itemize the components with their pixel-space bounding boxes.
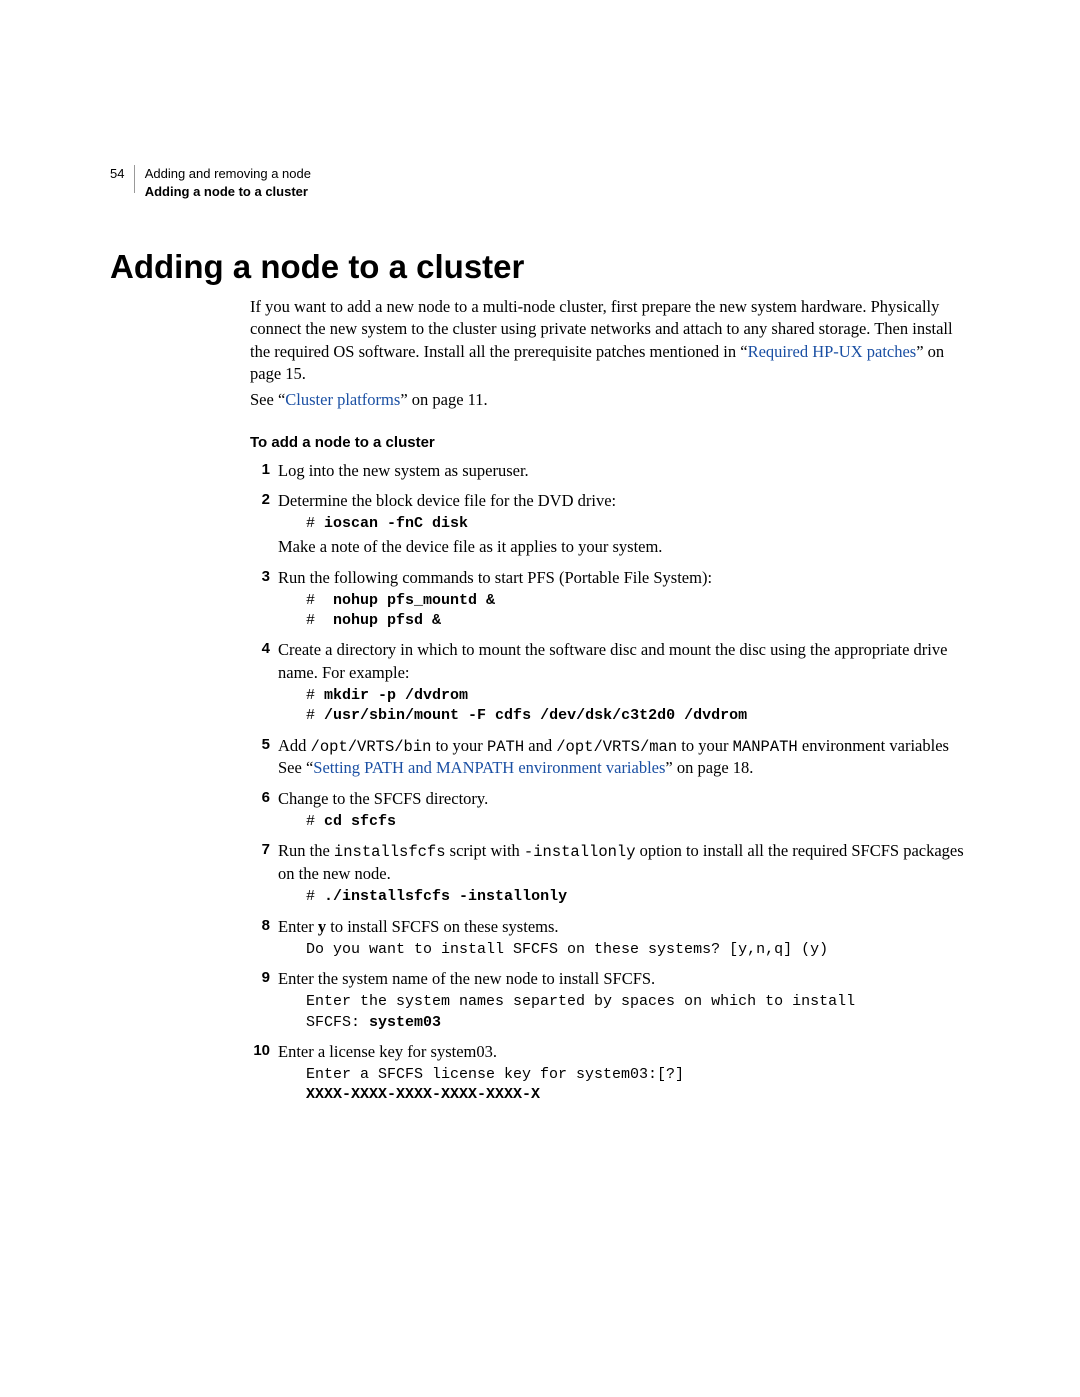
step-8-t2: to install SFCFS on these systems. <box>326 917 558 936</box>
step-10-text: Enter a license key for system03. <box>278 1042 497 1061</box>
step-1-text: Log into the new system as superuser. <box>278 461 529 480</box>
step-2-text-b: Make a note of the device file as it app… <box>278 537 662 556</box>
step-9-code: Enter the system names separted by space… <box>306 992 970 1033</box>
step-9-text: Enter the system name of the new node to… <box>278 969 655 988</box>
step-9: Enter the system name of the new node to… <box>250 968 970 1033</box>
intro-paragraph: If you want to add a new node to a multi… <box>250 296 970 385</box>
header-section: Adding a node to a cluster <box>145 184 308 199</box>
step-5-t5: environment variables <box>798 736 949 755</box>
see-prefix: See “ <box>250 390 285 409</box>
intro-see: See “Cluster platforms” on page 11. <box>250 389 970 411</box>
section-title: Adding a node to a cluster <box>110 248 970 286</box>
step-8-code: Do you want to install SFCFS on these sy… <box>306 940 970 960</box>
step-4: Create a directory in which to mount the… <box>250 639 970 726</box>
link-cluster-platforms[interactable]: Cluster platforms <box>285 390 400 409</box>
see-suffix: ” on page 11. <box>400 390 487 409</box>
step-3: Run the following commands to start PFS … <box>250 567 970 632</box>
step-5-m3: /opt/VRTS/man <box>556 738 677 756</box>
step-5-see-a: See “ <box>278 758 313 777</box>
step-1: Log into the new system as superuser. <box>250 460 970 482</box>
step-5-t3: and <box>524 736 556 755</box>
step-10: Enter a license key for system03. Enter … <box>250 1041 970 1106</box>
header-divider <box>134 165 135 193</box>
step-8: Enter y to install SFCFS on these system… <box>250 916 970 961</box>
header-chapter: Adding and removing a node <box>145 166 311 181</box>
step-2-text: Determine the block device file for the … <box>278 491 616 510</box>
link-required-patches[interactable]: Required HP-UX patches <box>748 342 917 361</box>
step-5-m1: /opt/VRTS/bin <box>311 738 432 756</box>
step-7: Run the installsfcfs script with -instal… <box>250 840 970 907</box>
step-4-text: Create a directory in which to mount the… <box>278 640 947 681</box>
page-number: 54 <box>110 165 124 183</box>
step-5-m2: PATH <box>487 738 524 756</box>
page: 54 Adding and removing a node Adding a n… <box>0 0 1080 1214</box>
step-2-code: # ioscan -fnC disk <box>306 514 970 534</box>
procedure-steps: Log into the new system as superuser. De… <box>250 460 970 1106</box>
step-7-t2: script with <box>446 841 524 860</box>
page-header: 54 Adding and removing a node Adding a n… <box>110 165 970 200</box>
step-6-code: # cd sfcfs <box>306 812 970 832</box>
body-content: If you want to add a new node to a multi… <box>250 296 970 1106</box>
step-5: Add /opt/VRTS/bin to your PATH and /opt/… <box>250 735 970 780</box>
step-5-t4: to your <box>677 736 732 755</box>
step-3-code: # nohup pfs_mountd & # nohup pfsd & <box>306 591 970 632</box>
step-7-m2: -installonly <box>524 843 636 861</box>
step-5-t1: Add <box>278 736 311 755</box>
step-7-code: # ./installsfcfs -installonly <box>306 887 970 907</box>
step-8-bold: y <box>318 917 326 936</box>
step-7-m1: installsfcfs <box>334 843 446 861</box>
step-3-text: Run the following commands to start PFS … <box>278 568 712 587</box>
step-10-code: Enter a SFCFS license key for system03:[… <box>306 1065 970 1106</box>
step-5-t2: to your <box>431 736 486 755</box>
step-5-m4: MANPATH <box>733 738 798 756</box>
step-6: Change to the SFCFS directory. # cd sfcf… <box>250 788 970 833</box>
step-4-code: # mkdir -p /dvdrom # /usr/sbin/mount -F … <box>306 686 970 727</box>
step-8-t1: Enter <box>278 917 318 936</box>
step-2: Determine the block device file for the … <box>250 490 970 559</box>
step-5-see-b: ” on page 18. <box>665 758 753 777</box>
step-6-text: Change to the SFCFS directory. <box>278 789 488 808</box>
step-7-t1: Run the <box>278 841 334 860</box>
procedure-heading: To add a node to a cluster <box>250 433 970 453</box>
link-path-manpath[interactable]: Setting PATH and MANPATH environment var… <box>313 758 665 777</box>
